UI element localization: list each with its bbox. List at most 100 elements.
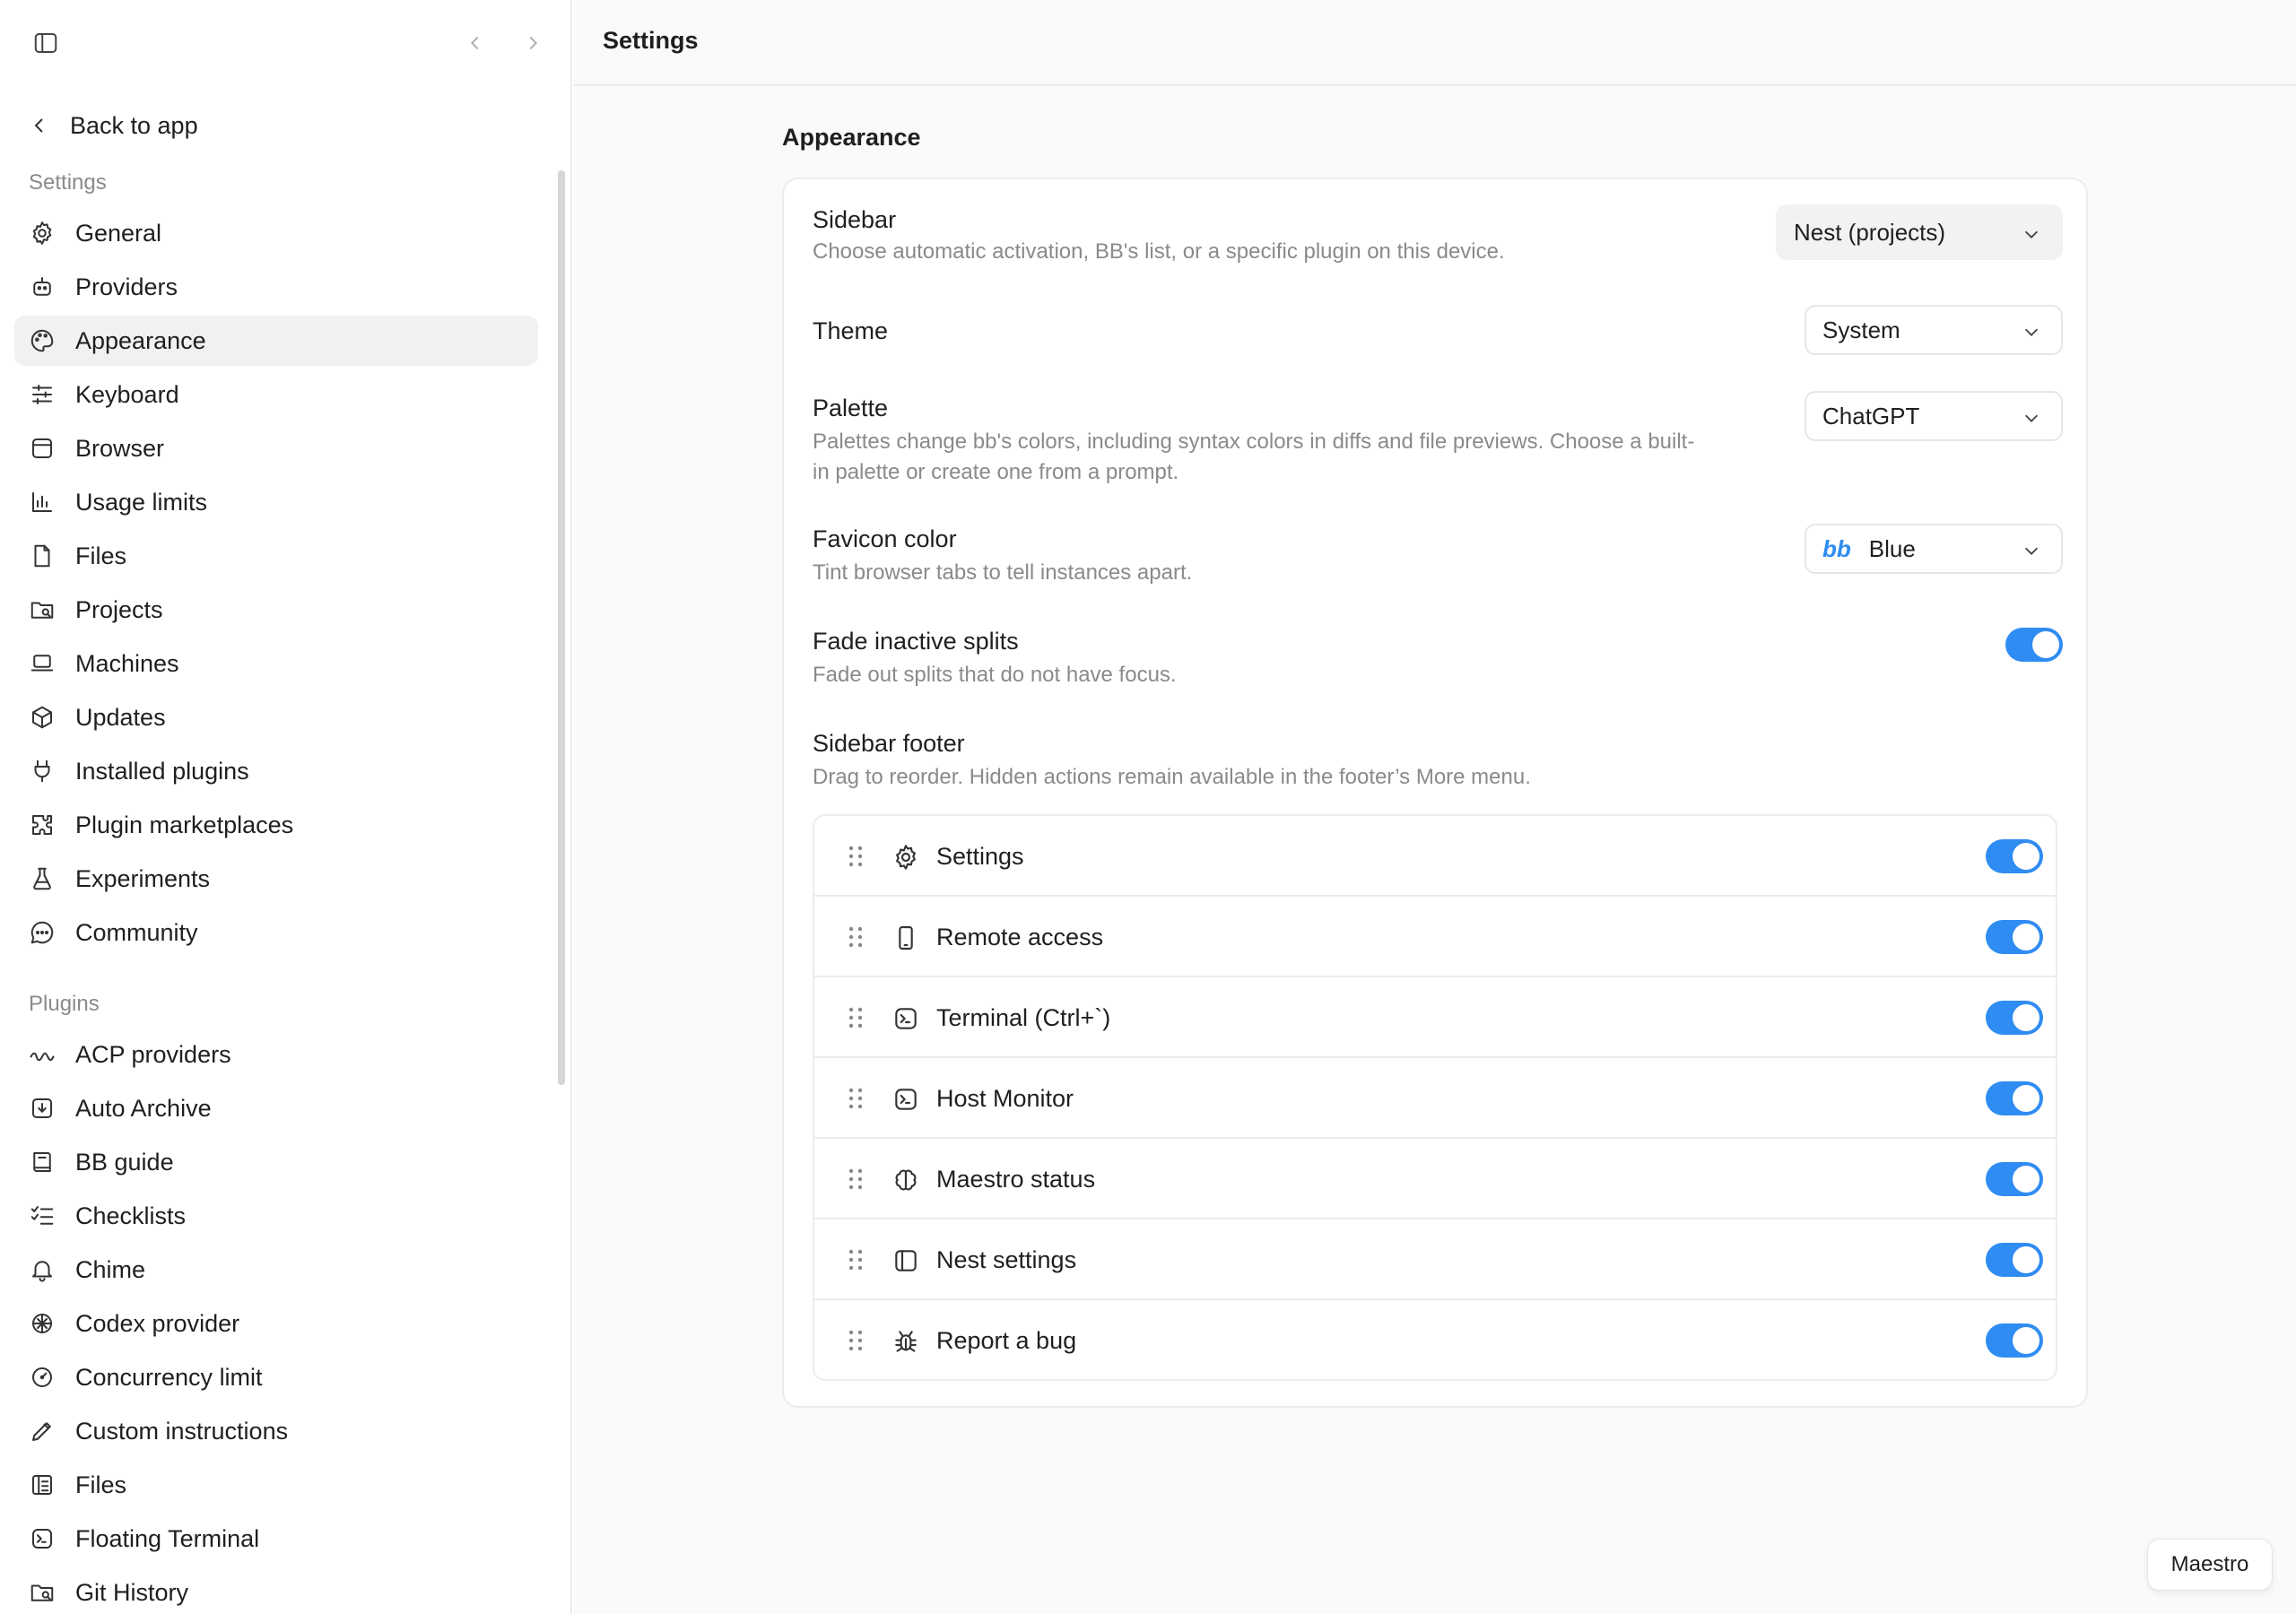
sidebar-item-appearance[interactable]: Appearance <box>14 316 538 366</box>
footer-item-toggle[interactable] <box>1986 920 2043 954</box>
sidebar-item-label: Auto Archive <box>75 1094 212 1122</box>
sidebar-item-codex-provider[interactable]: Codex provider <box>14 1298 538 1349</box>
sidebar-footer-desc: Drag to reorder. Hidden actions remain a… <box>813 765 1531 789</box>
favicon-color-select[interactable]: bb Blue <box>1805 524 2063 574</box>
maestro-button[interactable]: Maestro <box>2147 1539 2273 1591</box>
sidebar-item-concurrency-limit[interactable]: Concurrency limit <box>14 1352 538 1402</box>
robot-icon <box>33 277 51 296</box>
laptop-icon <box>30 655 54 672</box>
sidebar-item-label: Chime <box>75 1255 146 1283</box>
footer-item-toggle[interactable] <box>1986 1323 2043 1358</box>
sidebar-item-machines[interactable]: Machines <box>14 638 538 689</box>
sidebar-panel-icon <box>895 1250 917 1271</box>
gauge-icon <box>32 1367 52 1387</box>
back-to-app-link[interactable]: Back to app <box>29 106 198 145</box>
palette-select-value: ChatGPT <box>1822 402 1920 430</box>
sidebar-scrollbar[interactable] <box>558 170 565 1085</box>
settings-main: Settings Appearance Sidebar Choose autom… <box>574 0 2296 1614</box>
footer-item-toggle[interactable] <box>1986 1243 2043 1277</box>
page-title: Settings <box>603 27 699 54</box>
sidebar-item-experiments[interactable]: Experiments <box>14 854 538 904</box>
chevron-down-icon <box>2024 230 2039 239</box>
pencil-icon <box>32 1422 51 1441</box>
favicon-bb-icon: bb <box>1822 534 1851 562</box>
theme-setting-label: Theme <box>813 317 889 344</box>
drag-handle-icon[interactable] <box>845 1167 866 1191</box>
chevron-down-icon <box>2024 547 2039 555</box>
sidebar-item-custom-instructions[interactable]: Custom instructions <box>14 1406 538 1456</box>
sidebar-item-label: Plugin marketplaces <box>75 811 294 838</box>
settings-section-title: Settings <box>29 170 107 195</box>
drag-handle-icon[interactable] <box>845 1329 866 1352</box>
sidebar-item-label: Files <box>75 542 127 569</box>
sidebar-item-git-history[interactable]: Git History <box>14 1567 538 1614</box>
sidebar-item-checklists[interactable]: Checklists <box>14 1191 538 1241</box>
phone-icon <box>899 925 913 950</box>
sidebar-item-label: Custom instructions <box>75 1417 289 1445</box>
sidebar-item-files[interactable]: Files <box>14 531 538 581</box>
bug-icon <box>895 1331 917 1352</box>
bell-icon <box>32 1261 52 1282</box>
theme-select[interactable]: System <box>1805 305 2063 355</box>
file-list-icon <box>32 1475 52 1495</box>
sidebar-item-label: Experiments <box>75 864 211 892</box>
package-icon <box>32 706 52 729</box>
sidebar-item-auto-archive[interactable]: Auto Archive <box>14 1083 538 1133</box>
drag-handle-icon[interactable] <box>845 925 866 949</box>
footer-item-label: Remote access <box>936 924 1104 950</box>
palette-select[interactable]: ChatGPT <box>1805 391 2063 441</box>
footer-item-toggle[interactable] <box>1986 1162 2043 1196</box>
sidebar-item-updates[interactable]: Updates <box>14 692 538 742</box>
sidebar-item-label: Git History <box>75 1578 189 1606</box>
appearance-heading: Appearance <box>782 124 921 151</box>
sidebar-item-chime[interactable]: Chime <box>14 1245 538 1295</box>
sidebar-item-keyboard[interactable]: Keyboard <box>14 369 538 420</box>
footer-item-toggle[interactable] <box>1986 839 2043 873</box>
chevron-left-icon <box>471 36 479 50</box>
palette-setting-desc-line2: in palette or create one from a prompt. <box>813 460 1179 484</box>
sidebar-item-label: Appearance <box>75 326 206 354</box>
sidebar-item-providers[interactable]: Providers <box>14 262 538 312</box>
fade-splits-toggle[interactable] <box>2005 628 2063 662</box>
footer-item-toggle[interactable] <box>1986 1001 2043 1035</box>
sidebar-footer-label: Sidebar footer <box>813 730 965 757</box>
terminal-icon <box>32 1529 52 1549</box>
sidebar-item-browser[interactable]: Browser <box>14 423 538 473</box>
sidebar-select[interactable]: Nest (projects) <box>1776 204 2063 260</box>
drag-handle-icon[interactable] <box>845 1248 866 1271</box>
archive-icon <box>32 1098 52 1118</box>
appearance-card: Sidebar Choose automatic activation, BB'… <box>782 178 2088 1408</box>
drag-handle-icon[interactable] <box>845 845 866 868</box>
sidebar-item-installed-plugins[interactable]: Installed plugins <box>14 746 538 796</box>
wave-icon <box>30 1052 55 1062</box>
footer-item-label: Settings <box>936 843 1024 870</box>
sidebar-item-projects[interactable]: Projects <box>14 585 538 635</box>
toggle-sidebar-button[interactable] <box>28 25 64 61</box>
sidebar-item-label: Codex provider <box>75 1309 240 1337</box>
sidebar-item-label: Installed plugins <box>75 757 249 785</box>
file-icon <box>34 544 50 568</box>
sidebar-item-plugin-marketplaces[interactable]: Plugin marketplaces <box>14 800 538 850</box>
footer-item-toggle[interactable] <box>1986 1081 2043 1115</box>
gear-icon <box>32 221 52 245</box>
sidebar-item-label: ACP providers <box>75 1040 231 1068</box>
book-icon <box>33 1152 51 1172</box>
favicon-setting-label: Favicon color <box>813 525 957 552</box>
fade-splits-label: Fade inactive splits <box>813 628 1019 655</box>
sidebar-item-files[interactable]: Files <box>14 1460 538 1510</box>
sidebar-item-usage-limits[interactable]: Usage limits <box>14 477 538 527</box>
sidebar-item-acp-providers[interactable]: ACP providers <box>14 1029 538 1080</box>
nav-back-button[interactable] <box>457 25 493 61</box>
sidebar-item-general[interactable]: General <box>14 208 538 258</box>
browser-window-icon <box>32 438 52 458</box>
nav-forward-button[interactable] <box>515 25 551 61</box>
drag-handle-icon[interactable] <box>845 1006 866 1029</box>
sidebar-item-community[interactable]: Community <box>14 907 538 958</box>
footer-item-terminal-ctrl: Terminal (Ctrl+`) <box>814 977 2056 1058</box>
sidebar-item-label: Files <box>75 1471 127 1498</box>
sidebar-item-label: Providers <box>75 273 178 300</box>
drag-handle-icon[interactable] <box>845 1087 866 1110</box>
sidebar-item-bb-guide[interactable]: BB guide <box>14 1137 538 1187</box>
sidebar-item-floating-terminal[interactable]: Floating Terminal <box>14 1514 538 1564</box>
sidebar-item-label: Keyboard <box>75 380 179 408</box>
